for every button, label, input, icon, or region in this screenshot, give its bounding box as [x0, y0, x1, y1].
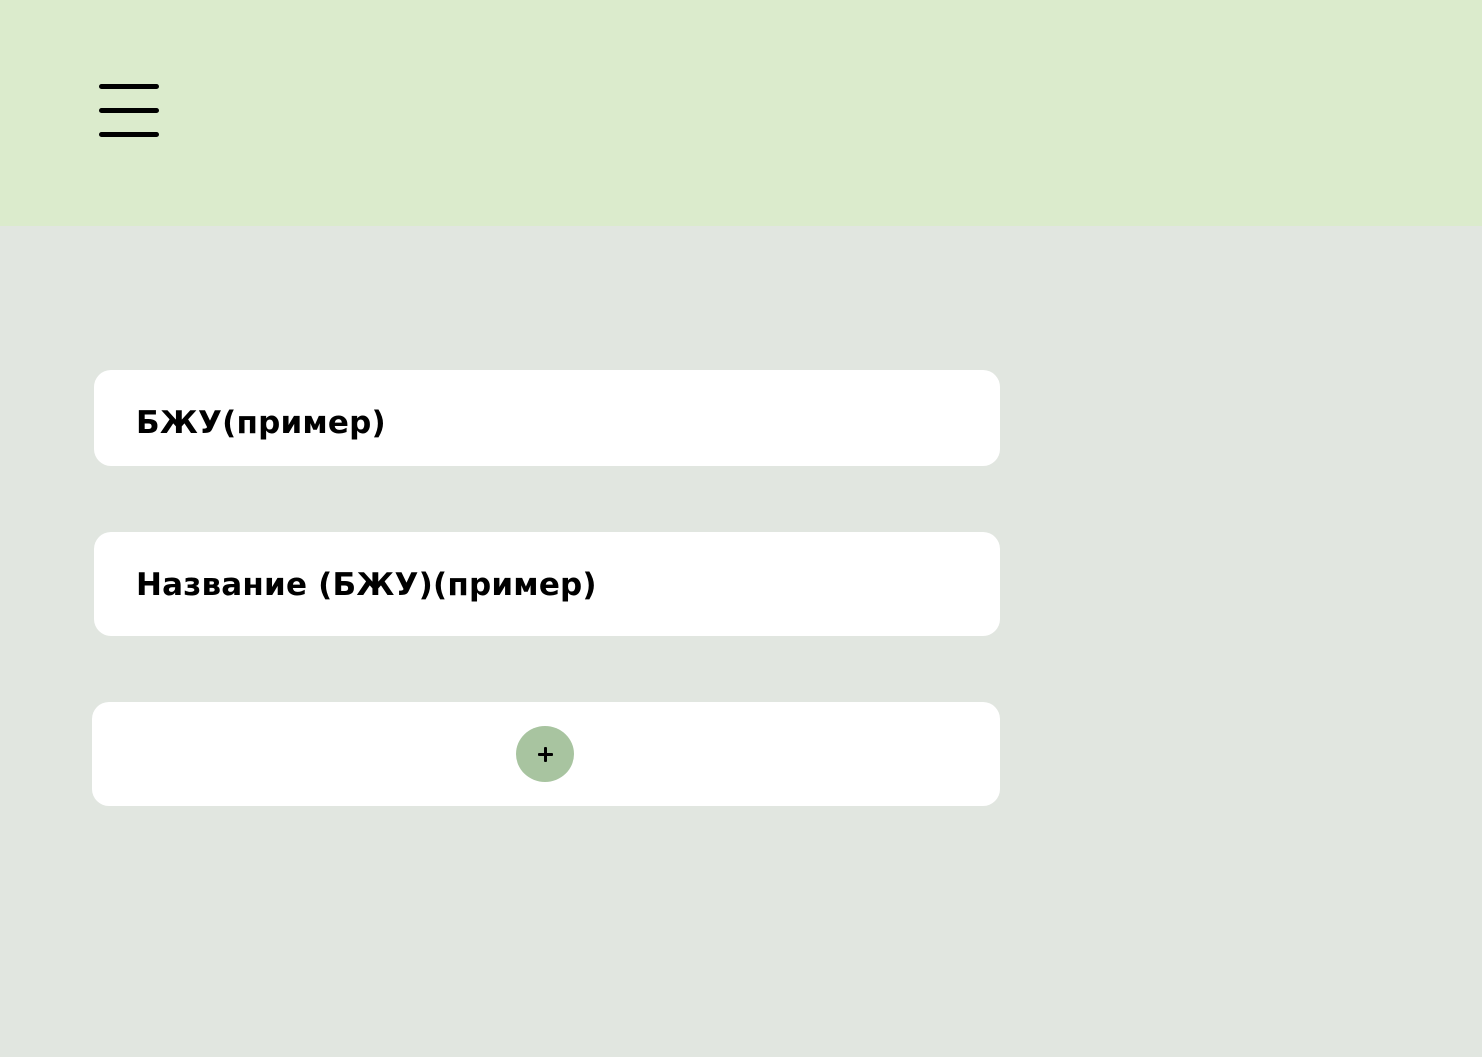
list-item-label: БЖУ(пример) — [136, 405, 386, 441]
header-bar — [0, 0, 1482, 226]
hamburger-menu-icon[interactable] — [99, 84, 159, 140]
list-item[interactable]: Название (БЖУ)(пример) — [94, 532, 1000, 636]
menu-bar-middle — [99, 108, 159, 113]
list-item-label: Название (БЖУ)(пример) — [136, 567, 597, 603]
add-item-button[interactable] — [516, 726, 574, 782]
menu-bar-top — [99, 84, 159, 89]
menu-bar-bottom — [99, 132, 159, 137]
plus-icon-vertical — [544, 747, 547, 762]
list-item[interactable]: БЖУ(пример) — [94, 370, 1000, 466]
add-item-card — [92, 702, 1000, 806]
